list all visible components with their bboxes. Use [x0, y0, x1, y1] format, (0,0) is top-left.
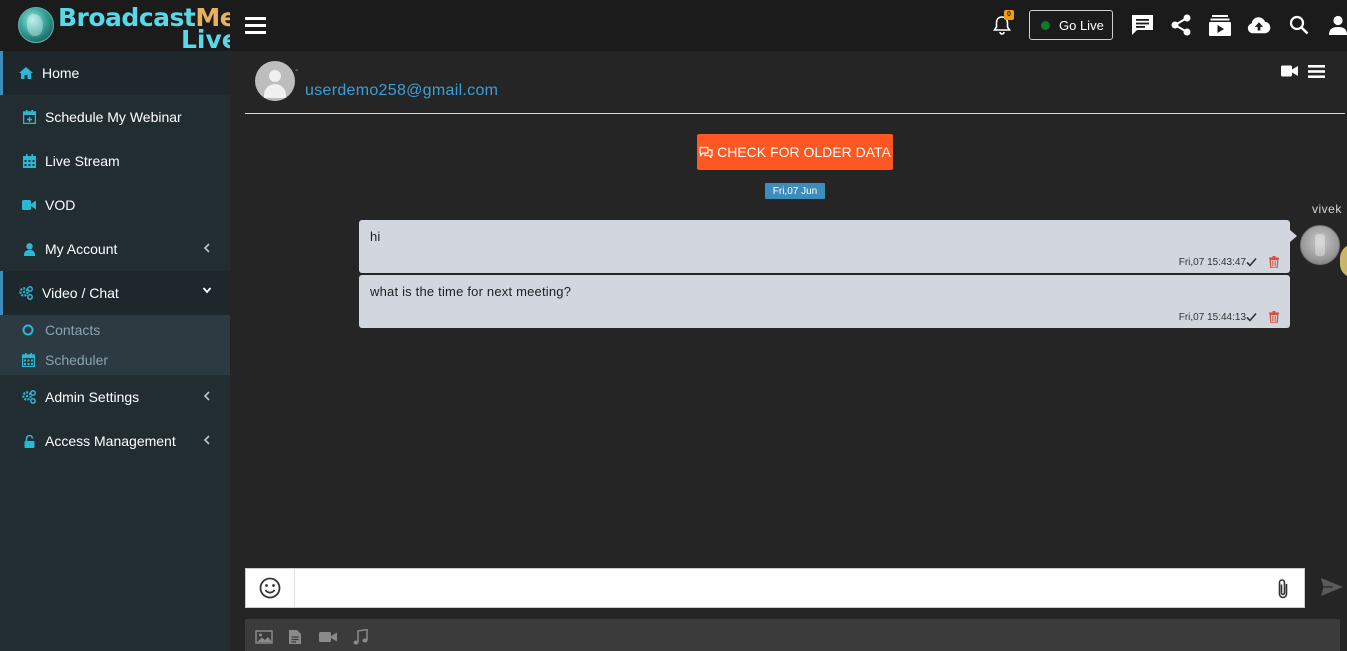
sidebar-item-home[interactable]: Home	[0, 51, 230, 95]
user-profile-icon[interactable]	[1326, 13, 1347, 37]
unlock-icon	[21, 434, 37, 448]
message-composer	[245, 568, 1305, 608]
sidebar-item-label: VOD	[45, 197, 76, 213]
checkmark-icon	[1246, 257, 1257, 267]
video-call-icon[interactable]	[1281, 65, 1298, 77]
sidebar-subitem-label: Scheduler	[45, 352, 109, 368]
video-icon[interactable]	[319, 629, 337, 645]
check-older-data-label: CHECK FOR OLDER DATA	[717, 144, 891, 160]
chat-menu-icon[interactable]	[1308, 64, 1325, 79]
sidebar-item-label: My Account	[45, 241, 118, 257]
user-icon	[21, 242, 37, 256]
smiley-icon	[259, 577, 281, 599]
globe-logo-icon	[18, 7, 54, 43]
sidebar-item-live-stream[interactable]: Live Stream	[0, 139, 230, 183]
sidebar-item-video-chat[interactable]: Video / Chat	[0, 271, 230, 315]
chevron-left-icon	[203, 243, 210, 253]
video-chat-submenu: Contacts Scheduler	[0, 315, 230, 375]
check-older-data-button[interactable]: CHECK FOR OLDER DATA	[697, 134, 893, 170]
contact-avatar[interactable]	[255, 61, 295, 101]
calendar-icon	[20, 353, 36, 367]
notification-bell-icon[interactable]: 0	[990, 10, 1014, 37]
message-text: what is the time for next meeting?	[370, 284, 572, 299]
trash-icon[interactable]	[1269, 256, 1279, 268]
brand-name-live: Live	[181, 25, 230, 51]
sidebar-subitem-label: Contacts	[45, 322, 101, 338]
emoji-button[interactable]	[246, 569, 295, 607]
share-icon[interactable]	[1169, 13, 1193, 37]
avatar-body-shape	[264, 84, 286, 98]
message-text: hi	[370, 229, 381, 244]
chat-header: - userdemo258@gmail.com	[245, 51, 1345, 114]
live-status-dot	[1041, 20, 1050, 30]
go-live-button[interactable]: Go Live	[1029, 10, 1113, 40]
chat-message: hi Fri,07 15:43:47	[359, 220, 1297, 273]
trash-icon[interactable]	[1269, 311, 1279, 323]
sidebar-item-label: Video / Chat	[42, 285, 119, 301]
circle-icon	[20, 323, 36, 337]
cogs-icon	[21, 390, 37, 404]
sidebar-item-label: Schedule My Webinar	[45, 109, 182, 125]
message-timestamp: Fri,07 15:43:47	[1178, 257, 1246, 268]
sidebar-item-label: Access Management	[45, 433, 176, 449]
search-icon[interactable]	[1287, 13, 1311, 37]
brand-name-part1: Broadcast	[58, 3, 196, 32]
chevron-down-icon	[202, 287, 212, 294]
message-input[interactable]	[296, 569, 1246, 607]
paperclip-icon[interactable]	[1276, 578, 1290, 600]
cloud-upload-icon[interactable]	[1247, 13, 1271, 37]
chat-message-icon[interactable]	[1130, 13, 1154, 37]
sidebar-item-vod[interactable]: VOD	[0, 183, 230, 227]
image-icon[interactable]	[255, 629, 273, 645]
send-icon[interactable]	[1320, 575, 1344, 599]
checkmark-icon	[1246, 312, 1257, 322]
comments-icon	[699, 146, 713, 158]
sidebar-subitem-contacts[interactable]: Contacts	[0, 315, 230, 345]
contact-email[interactable]: userdemo258@gmail.com	[305, 82, 498, 100]
chat-message: what is the time for next meeting? Fri,0…	[359, 275, 1290, 328]
sender-name: vivek	[1312, 202, 1342, 216]
music-icon[interactable]	[352, 629, 370, 645]
video-camera-icon	[21, 198, 37, 212]
chevron-left-icon	[203, 435, 210, 445]
media-attachment-bar	[245, 619, 1340, 651]
chevron-left-icon	[203, 391, 210, 401]
sidebar-item-access-management[interactable]: Access Management	[0, 419, 230, 463]
calendar-plus-icon	[21, 110, 37, 124]
message-timestamp: Fri,07 15:44:13	[1178, 312, 1246, 323]
contact-name: -	[295, 65, 299, 76]
cogs-icon	[18, 286, 34, 300]
sidebar-item-schedule-webinar[interactable]: Schedule My Webinar	[0, 95, 230, 139]
sidebar-item-label: Home	[42, 65, 80, 81]
sidebar-item-my-account[interactable]: My Account	[0, 227, 230, 271]
sidebar-item-admin-settings[interactable]: Admin Settings	[0, 375, 230, 419]
avatar-head-shape	[269, 70, 281, 82]
date-separator-badge: Fri,07 Jun	[765, 183, 825, 199]
sidebar-nav: Home Schedule My Webinar Live Stream VOD…	[0, 51, 230, 463]
menu-toggle-icon[interactable]	[245, 14, 266, 36]
go-live-label: Go Live	[1059, 17, 1104, 33]
sidebar-item-label: Live Stream	[45, 153, 120, 169]
notification-count-badge: 0	[1004, 10, 1014, 20]
sidebar-subitem-scheduler[interactable]: Scheduler	[0, 345, 230, 375]
sender-avatar[interactable]	[1300, 225, 1340, 265]
video-library-icon[interactable]	[1208, 13, 1232, 37]
sidebar-item-label: Admin Settings	[45, 389, 140, 405]
calendar-icon	[21, 154, 37, 168]
top-navbar: 0 Go Live	[230, 0, 1347, 51]
brand-logo[interactable]: BroadcastMe Live	[0, 0, 230, 51]
document-icon[interactable]	[288, 629, 302, 645]
sender-avatar-secondary	[1340, 244, 1347, 278]
home-icon	[18, 66, 34, 80]
sidebar: BroadcastMe Live Home Schedule My Webina…	[0, 0, 230, 651]
